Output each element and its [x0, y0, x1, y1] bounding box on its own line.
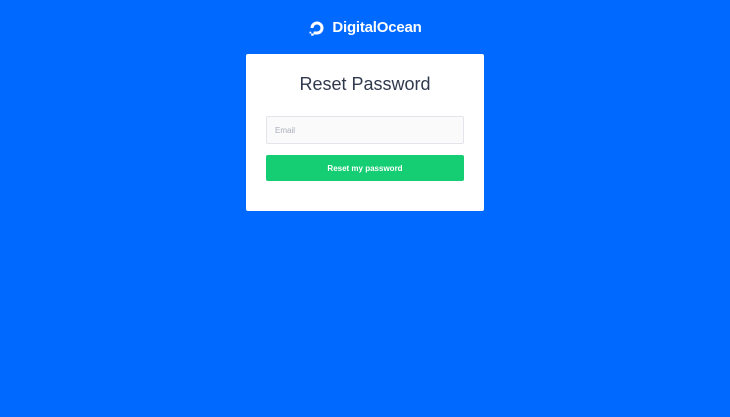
brand-name: DigitalOcean	[332, 19, 422, 36]
email-field[interactable]	[266, 116, 464, 144]
digitalocean-logo-icon	[309, 21, 324, 36]
brand-header[interactable]: DigitalOcean	[0, 19, 730, 37]
page-title: Reset Password	[299, 74, 431, 94]
reset-password-button[interactable]: Reset my password	[266, 155, 464, 181]
reset-password-card: Reset Password Reset my password	[246, 54, 484, 211]
